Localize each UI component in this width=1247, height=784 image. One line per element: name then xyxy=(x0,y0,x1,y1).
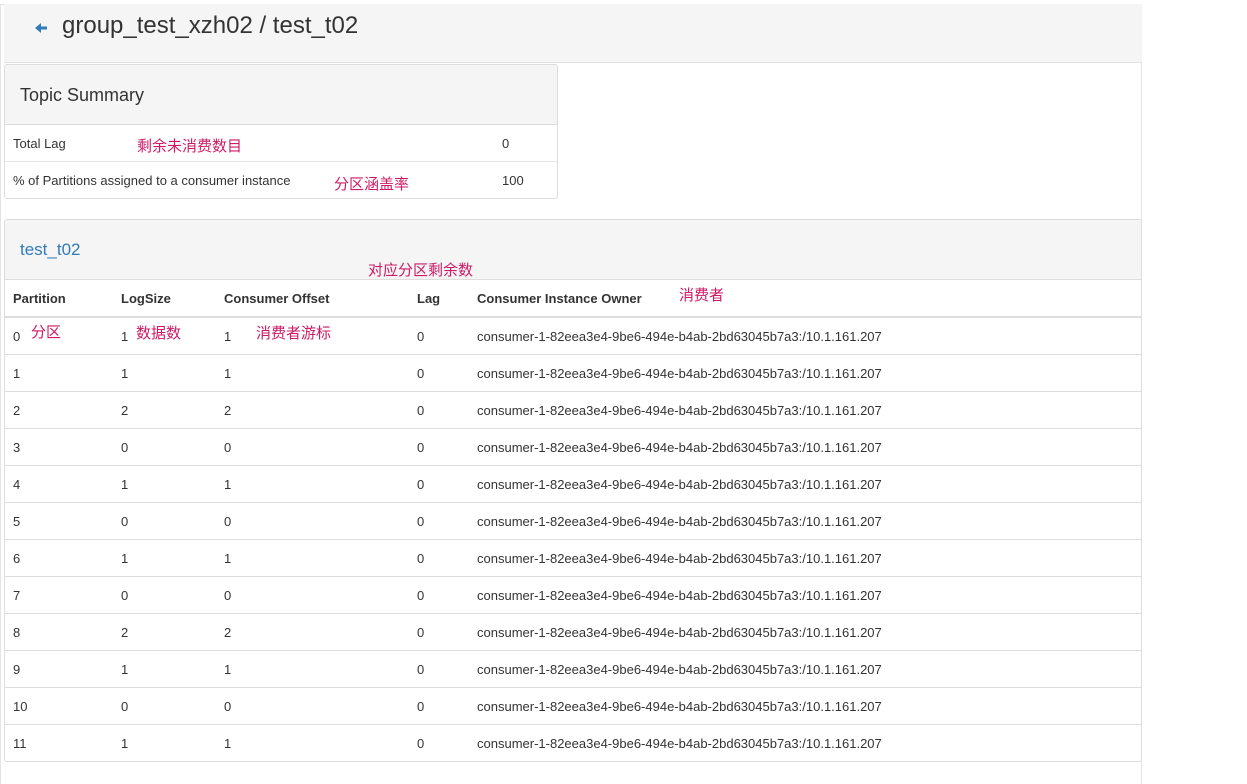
logsize-cell: 1 xyxy=(121,465,224,503)
lag-cell: 0 xyxy=(417,650,477,688)
owner-cell: consumer-1-82eea3e4-9be6-494e-b4ab-2bd63… xyxy=(477,465,1141,503)
owner-cell: consumer-1-82eea3e4-9be6-494e-b4ab-2bd63… xyxy=(477,428,1141,466)
col-header-owner: Consumer Instance Owner xyxy=(477,280,1141,318)
table-row: 3 0 0 0 consumer-1-82eea3e4-9be6-494e-b4ab-2… xyxy=(5,428,1141,466)
logsize-cell: 0 xyxy=(121,502,224,540)
owner-cell: consumer-1-82eea3e4-9be6-494e-b4ab-2bd63… xyxy=(477,316,1141,355)
partition-cell: 7 xyxy=(5,576,121,614)
topic-summary-panel: Topic Summary Total Lag 0 % of Partition… xyxy=(4,64,558,199)
table-row: 6 1 1 0 consumer-1-82eea3e4-9be6-494e-b4ab-2… xyxy=(5,539,1141,577)
consumer-offset-cell: 1 xyxy=(224,354,417,392)
consumer-offset-cell: 0 xyxy=(224,502,417,540)
partition-cell: 10 xyxy=(5,687,121,725)
partitions-table: Partition LogSize Consumer Offset Lag Co… xyxy=(5,280,1141,761)
owner-cell: consumer-1-82eea3e4-9be6-494e-b4ab-2bd63… xyxy=(477,576,1141,614)
partition-cell: 6 xyxy=(5,539,121,577)
partition-cell: 1 xyxy=(5,354,121,392)
arrow-left-icon[interactable] xyxy=(32,19,50,37)
annotation-partition: 分区 xyxy=(31,323,62,341)
total-lag-value: 0 xyxy=(502,136,510,151)
table-row: 10 0 0 0 consumer-1-82eea3e4-9be6-494e-b4ab-… xyxy=(5,687,1141,725)
annotation-total-lag: 剩余未消费数目 xyxy=(137,137,243,155)
logsize-cell: 2 xyxy=(121,613,224,651)
lag-cell: 0 xyxy=(417,687,477,725)
consumer-offset-cell: 0 xyxy=(224,687,417,725)
partition-cell: 9 xyxy=(5,650,121,688)
topic-heading: test_t02 xyxy=(5,220,1141,280)
logsize-cell: 0 xyxy=(121,576,224,614)
table-row: 2 2 2 0 consumer-1-82eea3e4-9be6-494e-b4ab-2… xyxy=(5,391,1141,429)
consumer-offset-cell: 1 xyxy=(224,539,417,577)
logsize-cell: 0 xyxy=(121,428,224,466)
lag-cell: 0 xyxy=(417,539,477,577)
page-title: group_test_xzh02 / test_t02 xyxy=(62,12,359,39)
table-header-row: Partition LogSize Consumer Offset Lag Co… xyxy=(5,280,1141,318)
topic-summary-heading: Topic Summary xyxy=(5,65,557,125)
owner-cell: consumer-1-82eea3e4-9be6-494e-b4ab-2bd63… xyxy=(477,613,1141,651)
partition-cell: 0 xyxy=(5,316,121,355)
consumer-offset-cell: 0 xyxy=(224,576,417,614)
annotation-lag: 对应分区剩余数 xyxy=(368,261,474,279)
partitions-assigned-label: % of Partitions assigned to a consumer i… xyxy=(13,173,291,188)
lag-cell: 0 xyxy=(417,391,477,429)
lag-cell: 0 xyxy=(417,724,477,761)
consumer-offset-cell: 2 xyxy=(224,391,417,429)
consumer-offset-cell: 1 xyxy=(224,465,417,503)
table-row: 1 1 1 0 consumer-1-82eea3e4-9be6-494e-b4ab-2… xyxy=(5,354,1141,392)
topic-panel: test_t02 Partition LogSize Consumer Offs… xyxy=(4,219,1142,762)
table-row: 8 2 2 0 consumer-1-82eea3e4-9be6-494e-b4ab-2… xyxy=(5,613,1141,651)
annotation-offset: 消费者游标 xyxy=(256,324,332,342)
col-header-lag: Lag xyxy=(417,280,477,318)
consumer-offset-cell: 2 xyxy=(224,613,417,651)
lag-cell: 0 xyxy=(417,354,477,392)
lag-cell: 0 xyxy=(417,428,477,466)
logsize-cell: 1 xyxy=(121,724,224,761)
topic-title-link[interactable]: test_t02 xyxy=(20,240,81,260)
owner-cell: consumer-1-82eea3e4-9be6-494e-b4ab-2bd63… xyxy=(477,724,1141,761)
owner-cell: consumer-1-82eea3e4-9be6-494e-b4ab-2bd63… xyxy=(477,502,1141,540)
logsize-cell: 1 xyxy=(121,539,224,577)
table-row: 5 0 0 0 consumer-1-82eea3e4-9be6-494e-b4ab-2… xyxy=(5,502,1141,540)
consumer-offset-cell: 1 xyxy=(224,724,417,761)
partition-cell: 5 xyxy=(5,502,121,540)
owner-cell: consumer-1-82eea3e4-9be6-494e-b4ab-2bd63… xyxy=(477,391,1141,429)
partition-cell: 3 xyxy=(5,428,121,466)
lag-cell: 0 xyxy=(417,502,477,540)
total-lag-row: Total Lag 0 xyxy=(5,125,557,162)
table-body: 0 1 1 0 consumer-1-82eea3e4-9be6-494e-b4ab-2… xyxy=(5,316,1141,761)
consumer-offset-cell: 0 xyxy=(224,428,417,466)
table-row: 9 1 1 0 consumer-1-82eea3e4-9be6-494e-b4ab-2… xyxy=(5,650,1141,688)
total-lag-label: Total Lag xyxy=(13,136,66,151)
partition-cell: 8 xyxy=(5,613,121,651)
table-row: 7 0 0 0 consumer-1-82eea3e4-9be6-494e-b4ab-2… xyxy=(5,576,1141,614)
owner-cell: consumer-1-82eea3e4-9be6-494e-b4ab-2bd63… xyxy=(477,650,1141,688)
lag-cell: 0 xyxy=(417,316,477,355)
annotation-partition-coverage: 分区涵盖率 xyxy=(334,175,410,193)
col-header-logsize: LogSize xyxy=(121,280,224,318)
table-row: 11 1 1 0 consumer-1-82eea3e4-9be6-494e-b4ab-… xyxy=(5,724,1141,761)
logsize-cell: 0 xyxy=(121,687,224,725)
lag-cell: 0 xyxy=(417,465,477,503)
col-header-partition: Partition xyxy=(5,280,121,318)
topic-summary-title: Topic Summary xyxy=(20,85,145,105)
owner-cell: consumer-1-82eea3e4-9be6-494e-b4ab-2bd63… xyxy=(477,539,1141,577)
partitions-assigned-row: % of Partitions assigned to a consumer i… xyxy=(5,162,557,198)
logsize-cell: 1 xyxy=(121,650,224,688)
lag-cell: 0 xyxy=(417,576,477,614)
lag-cell: 0 xyxy=(417,613,477,651)
annotation-owner: 消费者 xyxy=(679,286,725,304)
consumer-offset-cell: 1 xyxy=(224,650,417,688)
annotation-logsize: 数据数 xyxy=(136,324,182,342)
page-header: group_test_xzh02 / test_t02 xyxy=(4,4,1142,63)
owner-cell: consumer-1-82eea3e4-9be6-494e-b4ab-2bd63… xyxy=(477,354,1141,392)
col-header-consumer-offset: Consumer Offset xyxy=(224,280,417,318)
logsize-cell: 1 xyxy=(121,354,224,392)
partition-cell: 11 xyxy=(5,724,121,761)
owner-cell: consumer-1-82eea3e4-9be6-494e-b4ab-2bd63… xyxy=(477,687,1141,725)
table-row: 4 1 1 0 consumer-1-82eea3e4-9be6-494e-b4ab-2… xyxy=(5,465,1141,503)
logsize-cell: 2 xyxy=(121,391,224,429)
partition-cell: 2 xyxy=(5,391,121,429)
partitions-assigned-value: 100 xyxy=(502,173,524,188)
partition-cell: 4 xyxy=(5,465,121,503)
